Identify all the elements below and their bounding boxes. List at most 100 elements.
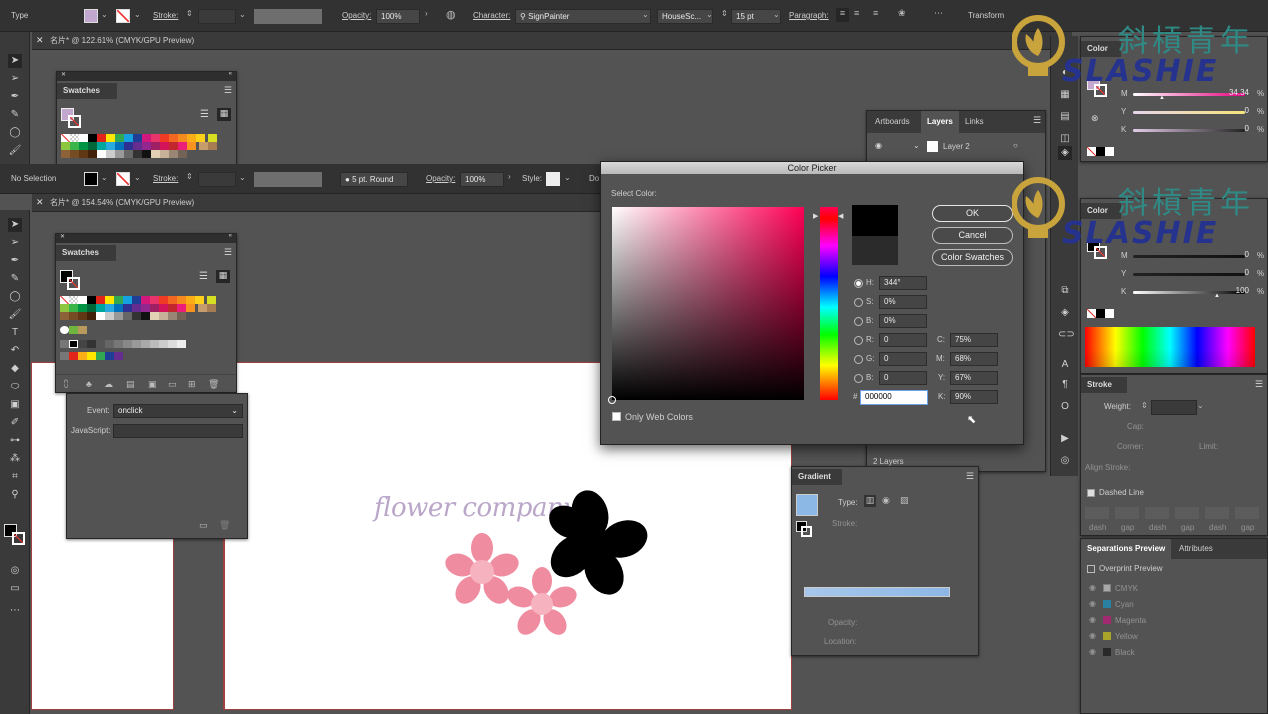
eraser-tool-icon[interactable]: ◆	[8, 362, 22, 376]
chevron-down-icon[interactable]: ⌄	[101, 10, 108, 19]
trash-icon[interactable]: 🗑	[208, 379, 219, 390]
r-radio[interactable]	[854, 336, 863, 345]
chevron-down-icon[interactable]: ⌄	[642, 10, 649, 19]
eyedropper-tool-icon[interactable]: ✐	[8, 416, 22, 430]
k-field[interactable]: 90%	[950, 390, 998, 404]
eye-icon[interactable]: ◉	[1089, 599, 1096, 608]
chevron-down-icon[interactable]: ⌄	[773, 10, 780, 19]
eye-icon[interactable]: ◉	[875, 141, 882, 150]
stroke-box[interactable]	[67, 277, 80, 290]
blend-tool-icon[interactable]: ⊶	[8, 434, 22, 448]
zoom-tool-icon[interactable]: ⚲	[8, 488, 22, 502]
variable-width-profile[interactable]	[254, 172, 322, 187]
k-field[interactable]: 100	[1221, 285, 1253, 299]
symbol-sprayer-tool-icon[interactable]: ⁂	[8, 452, 22, 466]
stroke-swatch[interactable]	[116, 9, 130, 23]
close-icon[interactable]: ✕	[61, 71, 66, 78]
character-icon[interactable]: A	[1058, 358, 1072, 372]
opentype-icon[interactable]: O	[1058, 400, 1072, 414]
stroke-tab[interactable]: Stroke	[1081, 377, 1127, 393]
tab-links[interactable]: Links	[965, 115, 984, 129]
pink-flower-right[interactable]	[505, 567, 580, 639]
tab-layers[interactable]: Layers	[921, 111, 959, 133]
hue-slider-arrow-right[interactable]: ◀	[838, 212, 843, 220]
eye-icon[interactable]: ◉	[1089, 647, 1096, 656]
pen-tool-icon[interactable]: ✒	[8, 254, 22, 268]
hue-slider[interactable]	[820, 207, 838, 400]
event-select[interactable]: onclick ⌄	[113, 404, 243, 418]
gradient-tab[interactable]: Gradient	[792, 469, 842, 485]
y-field[interactable]: 67%	[950, 371, 998, 385]
close-icon[interactable]: ✕	[36, 35, 44, 46]
paragraph-icon[interactable]: ¶	[1058, 378, 1072, 392]
pen-tool-icon[interactable]: ✒	[8, 90, 22, 104]
appearance-icon[interactable]: ◎	[1058, 454, 1072, 468]
document-tab[interactable]: 名片* @ 154.54% (CMYK/GPU Preview)	[50, 196, 194, 210]
transparency-icon[interactable]: ◫	[1058, 132, 1072, 146]
slider-thumb[interactable]: ▲	[1214, 293, 1220, 299]
align-left-icon[interactable]: ≡	[836, 8, 849, 22]
quick-swatch-white[interactable]	[1105, 147, 1114, 156]
options-icon[interactable]: ▤	[126, 379, 135, 390]
fill-stroke-mini[interactable]	[796, 521, 812, 537]
list-view-icon[interactable]: ☰	[200, 109, 209, 120]
fill-swatch[interactable]	[84, 9, 98, 23]
paintbrush-tool-icon[interactable]: 🖌	[8, 144, 22, 158]
align-objects-icon[interactable]: ⋯	[934, 8, 943, 19]
stepper-icon[interactable]: ⇕	[1141, 401, 1148, 410]
quick-swatch-black[interactable]	[1096, 309, 1105, 318]
h-field[interactable]: 344°	[879, 276, 927, 290]
blue-field[interactable]: 0	[879, 371, 927, 385]
swatches-icon[interactable]: ▤	[1058, 110, 1072, 124]
fill-stroke-indicator[interactable]	[61, 108, 83, 130]
cloud-icon[interactable]: ☁	[104, 379, 113, 390]
tab-attributes[interactable]: Attributes	[1179, 542, 1213, 556]
b-field[interactable]: 0%	[879, 314, 927, 328]
plate-row[interactable]: ◉ CMYK	[1081, 581, 1267, 597]
g-radio[interactable]	[854, 355, 863, 364]
b-radio[interactable]	[854, 317, 863, 326]
library-icon[interactable]: ⩇	[64, 379, 68, 390]
ellipse-tool-icon[interactable]: ◯	[8, 290, 22, 304]
chevron-right-icon[interactable]: ›	[425, 9, 428, 18]
selection-tool-icon[interactable]: ➤	[8, 54, 22, 68]
weight-field[interactable]	[1151, 400, 1197, 415]
javascript-field[interactable]	[113, 424, 243, 438]
color-group-icon[interactable]: ▣	[148, 379, 157, 390]
quick-swatch-none[interactable]	[1087, 147, 1096, 156]
quick-swatch-white[interactable]	[1105, 309, 1114, 318]
dialog-titlebar[interactable]: Color Picker	[601, 162, 1023, 174]
shape-builder-tool-icon[interactable]: ⬭	[8, 380, 22, 394]
chevron-down-icon[interactable]: ⌄	[239, 10, 246, 19]
c-field[interactable]: 75%	[950, 333, 998, 347]
menu-icon[interactable]: ☰	[224, 247, 232, 258]
blue-radio[interactable]	[854, 374, 863, 383]
paintbrush-tool-icon[interactable]: 🖌	[8, 308, 22, 322]
plate-row[interactable]: ◉ Cyan	[1081, 597, 1267, 613]
collapse-icon[interactable]: «	[229, 233, 232, 239]
grid-view-icon[interactable]: ▦	[216, 270, 230, 283]
tab-separations-preview[interactable]: Separations Preview	[1081, 539, 1172, 559]
slider-thumb[interactable]: ▲	[1159, 95, 1165, 101]
document-tab[interactable]: 名片* @ 122.61% (CMYK/GPU Preview)	[50, 34, 194, 48]
recolor-icon[interactable]: ❀	[898, 8, 906, 19]
y-field[interactable]: 0	[1221, 105, 1253, 119]
web-colors-checkbox[interactable]	[612, 412, 621, 421]
out-of-gamut-icon[interactable]: ⊗	[1091, 113, 1099, 124]
brush-definition-field[interactable]: ● 5 pt. Round	[340, 172, 408, 187]
swatch-grid[interactable]	[61, 134, 223, 158]
artboard-tool-icon[interactable]: ⌗	[8, 470, 22, 484]
layer-name[interactable]: Layer 2	[943, 140, 970, 154]
style-swatch[interactable]	[546, 172, 560, 186]
h-radio[interactable]	[854, 279, 863, 288]
fill-swatch[interactable]	[84, 172, 98, 186]
links-icon[interactable]: ⊂⊃	[1058, 328, 1075, 342]
menu-icon[interactable]: ☰	[224, 85, 232, 96]
stroke-box[interactable]	[12, 532, 25, 545]
freeform-gradient-icon[interactable]: ▨	[900, 495, 909, 506]
close-icon[interactable]: ✕	[60, 233, 65, 240]
layer-row[interactable]: ◉ ⌄ Layer 2 ○	[867, 139, 1045, 155]
stepper-icon[interactable]: ⇕	[186, 172, 193, 181]
stepper-icon[interactable]: ⇕	[186, 9, 193, 18]
ok-button[interactable]: OK	[932, 205, 1013, 222]
